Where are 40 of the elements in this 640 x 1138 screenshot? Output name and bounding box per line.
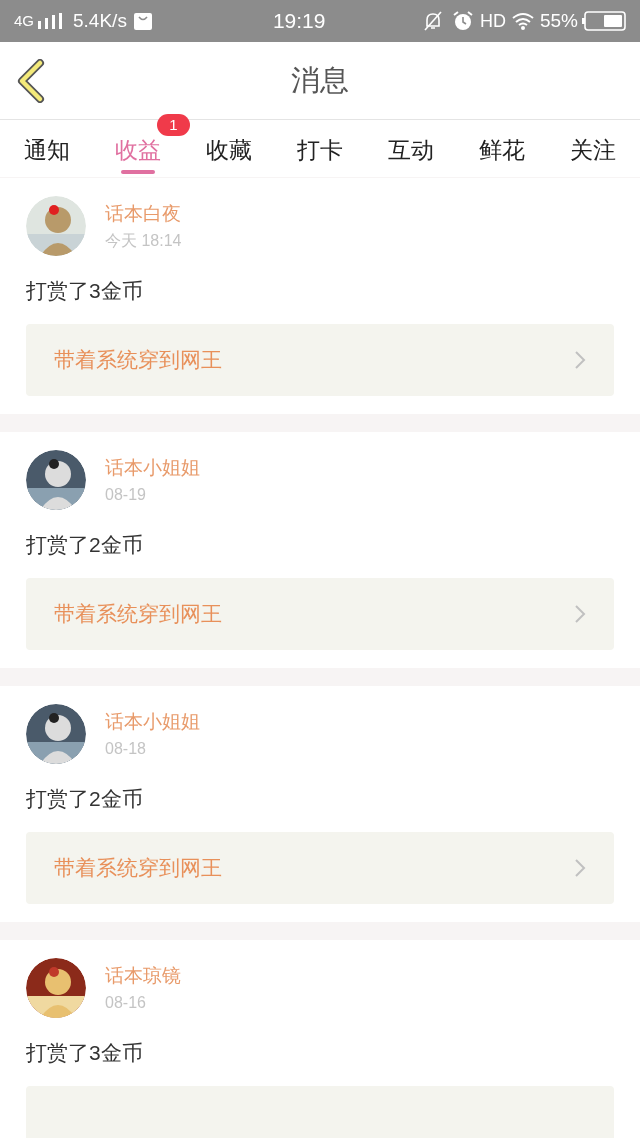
user-name[interactable]: 话本小姐姐 xyxy=(105,455,200,481)
wifi-icon xyxy=(510,12,535,30)
message-text: 打赏了2金币 xyxy=(26,532,144,558)
user-name[interactable]: 话本白夜 xyxy=(105,201,182,227)
user-name[interactable]: 话本琼镜 xyxy=(105,963,181,989)
page-title: 消息 xyxy=(291,62,349,98)
tab[interactable]: 关注 xyxy=(570,120,616,174)
chevron-right-icon xyxy=(574,858,586,878)
message-time: 08-18 xyxy=(105,739,147,759)
count-badge: 1 xyxy=(157,114,190,136)
message-text: 打赏了3金币 xyxy=(26,278,144,304)
tab[interactable]: 互动 xyxy=(388,120,434,174)
bag-icon xyxy=(132,11,153,31)
network-speed: 5.4K/s xyxy=(73,8,127,33)
battery-icon xyxy=(582,11,626,31)
book-link[interactable]: 带着系统穿到网王 xyxy=(26,578,614,650)
message-time: 08-16 xyxy=(105,993,147,1013)
signal-icon xyxy=(37,13,63,29)
message-time: 今天 18:14 xyxy=(105,231,182,251)
book-link[interactable]: 带着系统穿到网王 xyxy=(26,324,614,396)
alarm-icon xyxy=(451,10,474,32)
tab[interactable]: 收藏 xyxy=(206,120,252,174)
tab[interactable]: 鲜花 xyxy=(479,120,525,174)
book-link[interactable]: 带着系统穿到网王 xyxy=(26,832,614,904)
message-time: 08-19 xyxy=(105,485,147,505)
muted-bell-icon xyxy=(421,10,444,32)
user-name[interactable]: 话本小姐姐 xyxy=(105,709,200,735)
tab[interactable]: 通知 xyxy=(24,120,70,174)
tab[interactable]: 打卡 xyxy=(297,120,343,174)
book-title: 带着系统穿到网王 xyxy=(54,601,222,628)
message-text: 打赏了2金币 xyxy=(26,786,144,812)
book-title: 带着系统穿到网王 xyxy=(54,347,222,374)
hd-indicator: HD xyxy=(479,9,506,33)
network-type: 4G xyxy=(14,10,34,31)
book-title: 带着系统穿到网王 xyxy=(54,855,222,882)
chevron-right-icon xyxy=(574,604,586,624)
battery-level: 55% xyxy=(539,8,578,33)
clock-time: 19:19 xyxy=(272,8,326,35)
message-text: 打赏了3金币 xyxy=(26,1040,144,1066)
chevron-right-icon xyxy=(574,350,586,370)
